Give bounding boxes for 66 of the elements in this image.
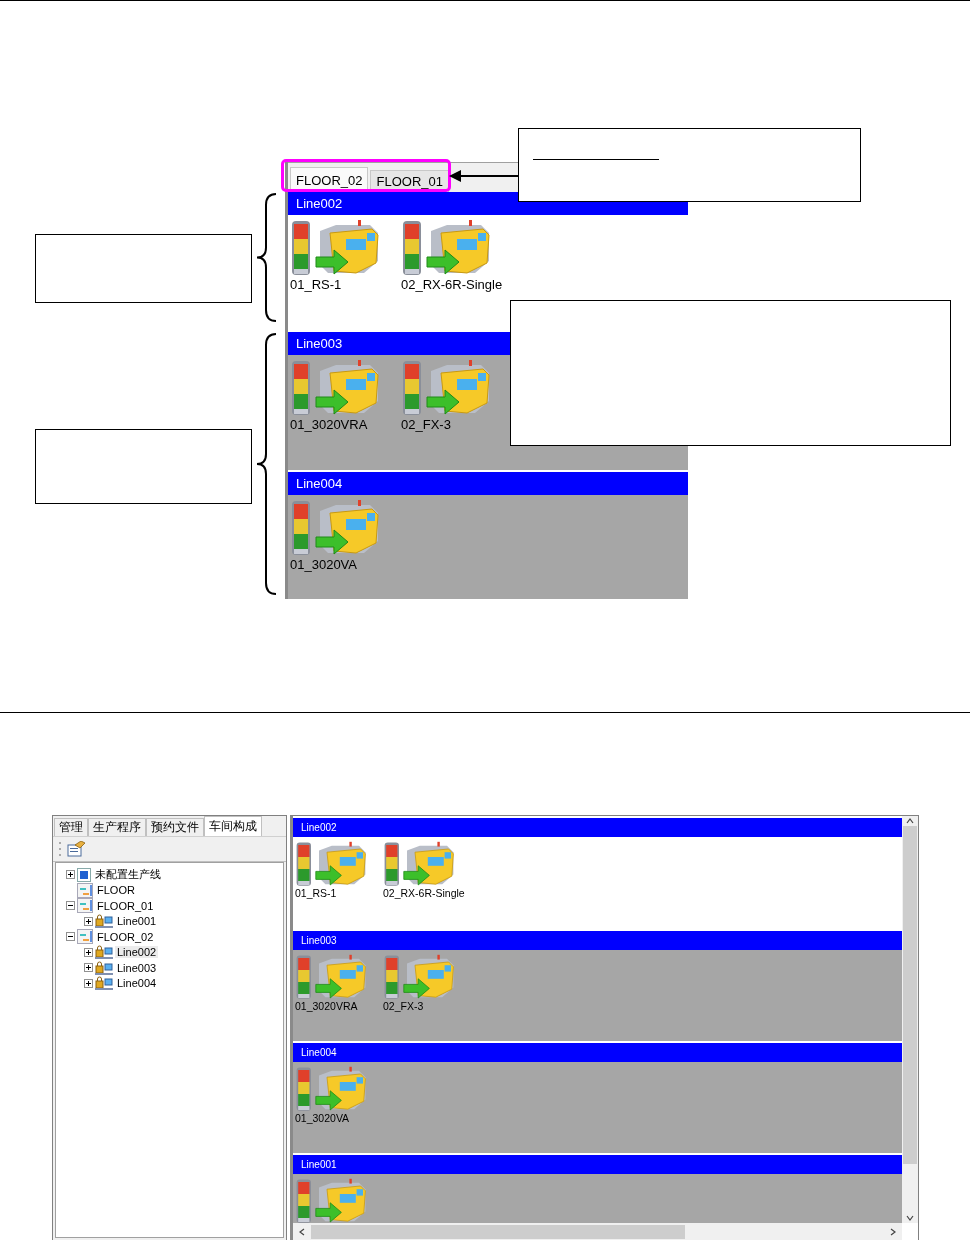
machine-label: 01_RS-1	[290, 277, 342, 292]
tree-item[interactable]: 未配置生产线	[93, 867, 163, 883]
line-panel[interactable]: Line004 01_3020VA	[293, 1043, 902, 1153]
line-header: Line002	[293, 818, 902, 837]
line-panel[interactable]: Line001	[293, 1155, 902, 1223]
machine-status-icon	[383, 954, 457, 1001]
machine-status-icon	[295, 954, 369, 1001]
expand-icon[interactable]	[84, 947, 93, 957]
line-header: Line001	[293, 1155, 902, 1174]
machine-status-icon	[295, 1066, 369, 1113]
panel-tab[interactable]: 管理	[54, 818, 88, 836]
tree-item[interactable]: Line003	[115, 961, 159, 974]
scroll-up-icon[interactable]	[905, 816, 915, 826]
panel-tab[interactable]: 生产程序	[88, 818, 146, 836]
machine-label: 01_3020VRA	[290, 417, 368, 432]
panel-tab[interactable]: 预约文件	[146, 818, 204, 836]
machine-label: 02_RX-6R-Single	[383, 887, 465, 900]
line-panel[interactable]: Line003 01_3020VRA 02_FX-3	[293, 931, 902, 1041]
square-icon	[77, 867, 91, 882]
machine-status-icon	[295, 841, 369, 888]
machine-label: 01_3020VRA	[295, 1000, 358, 1013]
padlock-monitor-icon	[95, 945, 113, 960]
expand-icon[interactable]	[84, 916, 93, 926]
expand-icon[interactable]	[84, 963, 93, 973]
scroll-right-icon[interactable]	[888, 1226, 898, 1237]
grid-icon	[77, 898, 93, 914]
tree-item[interactable]: FLOOR_01	[95, 899, 156, 912]
padlock-monitor-icon	[95, 960, 113, 975]
machine-status-icon	[401, 359, 493, 417]
line-panel[interactable]: Line004 01_3020VA	[288, 472, 688, 599]
padlock-monitor-icon	[95, 976, 113, 991]
padlock-monitor-icon	[95, 914, 113, 929]
machine-status-icon	[290, 499, 382, 557]
machine-status-icon	[401, 219, 493, 277]
tree-item[interactable]: FLOOR	[95, 884, 137, 897]
horizontal-scrollbar[interactable]	[293, 1223, 902, 1240]
line-header: Line004	[293, 1043, 902, 1062]
grid-icon	[77, 882, 93, 898]
machine-status-icon	[290, 359, 382, 417]
vertical-scrollbar[interactable]	[902, 816, 918, 1223]
machine-label: 01_RS-1	[295, 887, 337, 900]
machine-label: 02_FX-3	[401, 417, 451, 432]
floor-tab[interactable]: FLOOR_01	[370, 170, 449, 192]
line-header: Line004	[288, 472, 688, 495]
collapse-icon[interactable]	[66, 932, 75, 942]
machine-status-icon	[290, 219, 382, 277]
machine-status-icon	[295, 1178, 369, 1223]
machine-label: 02_FX-3	[383, 1000, 424, 1013]
grid-icon	[77, 929, 93, 945]
line-header: Line003	[293, 931, 902, 950]
tree-item[interactable]: Line002	[115, 946, 159, 959]
machine-label: 01_3020VA	[295, 1112, 350, 1125]
machine-label: 02_RX-6R-Single	[401, 277, 503, 292]
machine-status-icon	[383, 841, 457, 888]
expand-icon[interactable]	[66, 870, 75, 880]
panel-tab[interactable]: 车间构成	[204, 816, 262, 836]
machine-label: 01_3020VA	[290, 557, 357, 572]
scroll-left-icon[interactable]	[297, 1226, 307, 1237]
scroll-down-icon[interactable]	[905, 1213, 915, 1223]
arrow	[449, 170, 519, 182]
tree-item[interactable]: FLOOR_02	[95, 930, 156, 943]
tree-item[interactable]: Line001	[115, 915, 159, 928]
collapse-icon[interactable]	[66, 901, 75, 911]
expand-icon[interactable]	[84, 978, 93, 988]
document-hand-icon[interactable]	[67, 841, 85, 857]
tree-item[interactable]: Line004	[115, 977, 159, 990]
